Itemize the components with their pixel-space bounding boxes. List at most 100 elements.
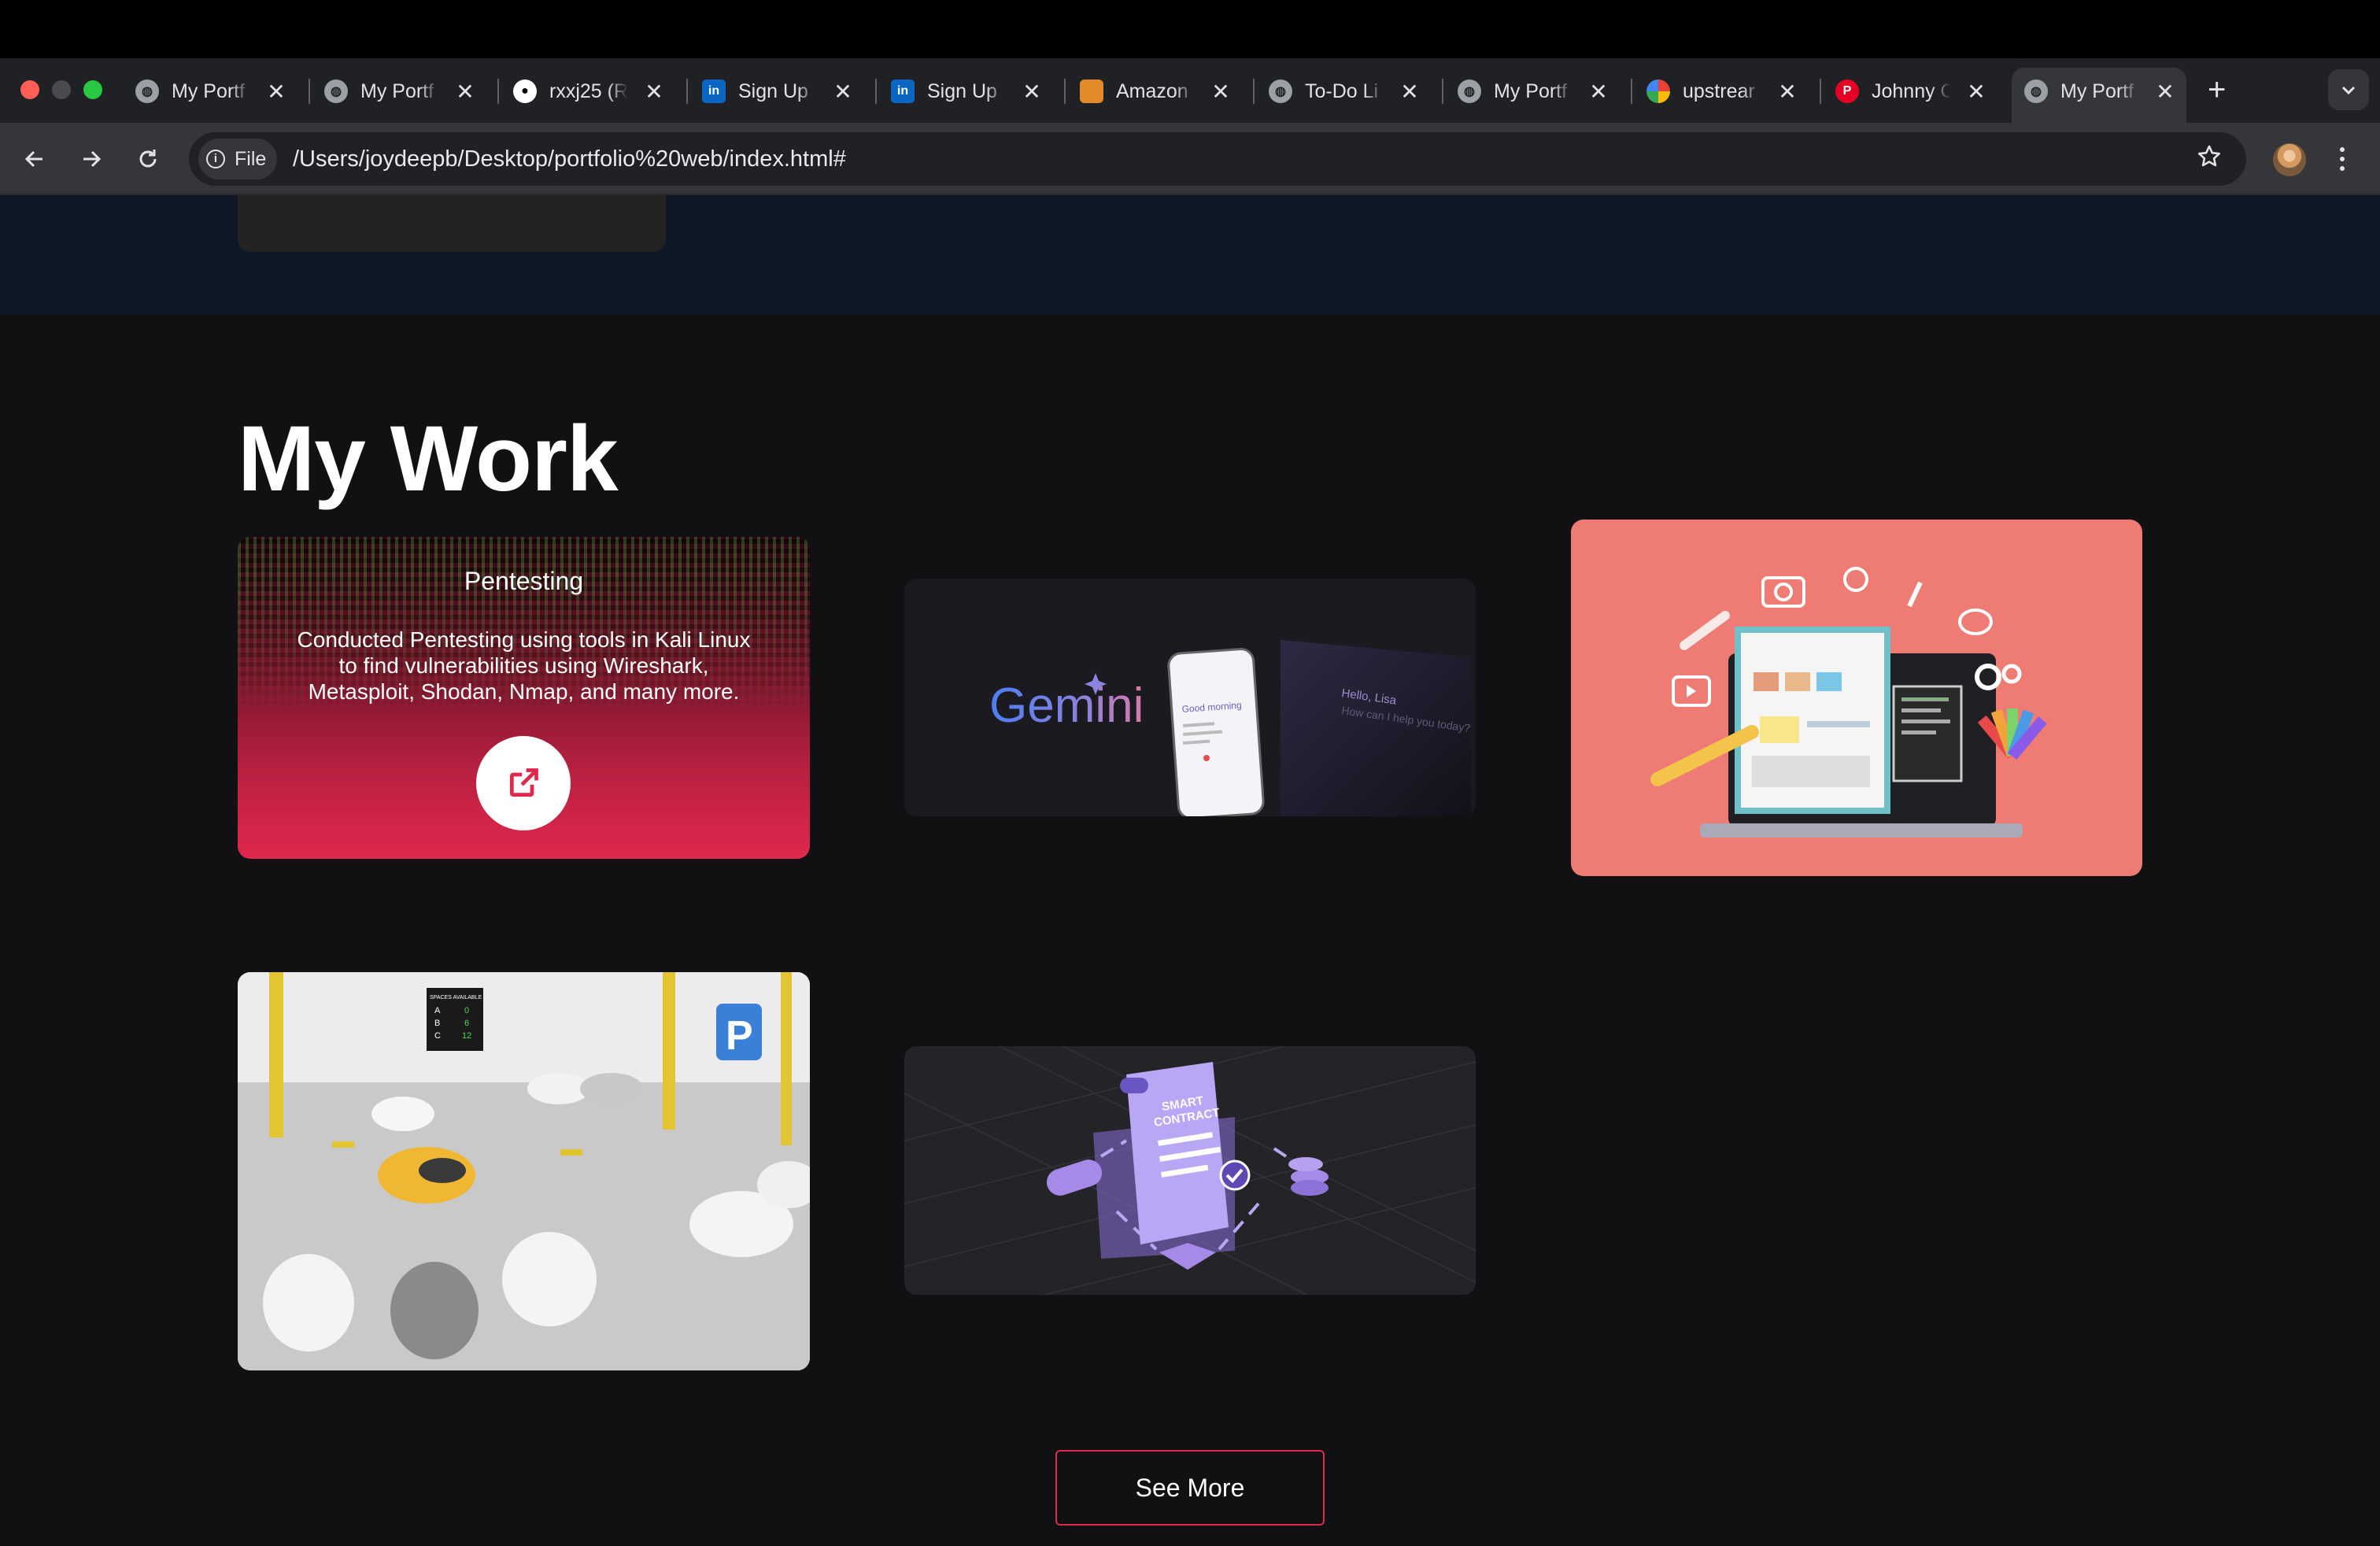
kebab-menu-icon: [2340, 147, 2345, 171]
parking-letter: P: [726, 1013, 753, 1059]
chevron-down-icon: [2341, 86, 2356, 95]
close-icon[interactable]: ✕: [2153, 79, 2177, 105]
gemini-logo-text: Gemini: [989, 679, 1144, 733]
close-icon[interactable]: ✕: [831, 79, 855, 105]
tab-separator: [309, 79, 310, 104]
arrow-left-icon: [24, 150, 42, 168]
github-icon: ●: [513, 80, 537, 103]
globe-icon: ◍: [1458, 80, 1481, 103]
arrow-right-icon: [83, 150, 102, 168]
profile-avatar[interactable]: [2273, 143, 2306, 176]
close-icon[interactable]: ✕: [1209, 79, 1232, 105]
tab-title: rxxj25 (R: [549, 80, 628, 102]
tab-4[interactable]: in Sign Up ✕: [891, 69, 1044, 113]
new-tab-button[interactable]: +: [2208, 72, 2226, 108]
tab-separator: [875, 79, 877, 104]
tab-title: My Portf: [360, 80, 434, 102]
tab-title: upstrear: [1683, 80, 1755, 102]
close-icon[interactable]: ✕: [1020, 79, 1044, 105]
forward-button[interactable]: [74, 142, 109, 176]
globe-icon: ◍: [135, 80, 159, 103]
info-icon: i: [206, 150, 225, 168]
sign-row-label: C: [434, 1031, 441, 1041]
close-icon[interactable]: ✕: [1776, 79, 1799, 105]
star-icon: [2197, 145, 2221, 167]
browser-menu-button[interactable]: [2338, 145, 2347, 177]
back-button[interactable]: [17, 142, 52, 176]
pinterest-icon: P: [1835, 80, 1859, 103]
project-card-parking[interactable]: SPACES AVAILABLE A 0 B 6 C 12 P: [238, 972, 810, 1370]
see-more-button[interactable]: See More: [1055, 1450, 1325, 1526]
close-icon[interactable]: ✕: [264, 79, 288, 105]
screen-top-bar: [0, 0, 2380, 58]
close-icon[interactable]: ✕: [642, 79, 666, 105]
tab-title: To-Do Li: [1305, 80, 1379, 102]
external-link-button[interactable]: [476, 736, 571, 830]
checkmark-icon: [1219, 1160, 1251, 1191]
url-text[interactable]: /Users/joydeepb/Desktop/portfolio%20web/…: [293, 146, 846, 172]
tab-2[interactable]: ● rxxj25 (R ✕: [513, 69, 666, 113]
tab-separator: [1064, 79, 1066, 104]
bookmark-star-button[interactable]: [2196, 143, 2223, 174]
camera-icon: [1761, 576, 1805, 608]
token-pill-icon: [1046, 1160, 1103, 1196]
sign-row-value: 6: [464, 1019, 469, 1028]
linkedin-icon: in: [891, 80, 915, 103]
tab-separator: [1631, 79, 1632, 104]
close-icon[interactable]: ✕: [1964, 79, 1988, 105]
tab-separator: [1253, 79, 1255, 104]
tab-title: My Portf: [2060, 80, 2134, 102]
tab-separator: [497, 79, 499, 104]
tab-6[interactable]: ◍ To-Do Li ✕: [1269, 69, 1421, 113]
tab-separator: [686, 79, 688, 104]
tab-10-active[interactable]: ◍ My Portf ✕: [2024, 69, 2177, 113]
tab-title: My Portf: [1494, 80, 1568, 102]
gear-icon: [2001, 664, 2022, 684]
tab-title: Sign Up: [738, 80, 808, 102]
maximize-window-button[interactable]: [83, 80, 102, 99]
ruler-icon: [1680, 611, 1730, 650]
tab-separator: [1820, 79, 1821, 104]
close-icon[interactable]: ✕: [1587, 79, 1610, 105]
tab-title: Johnny C: [1872, 80, 1950, 102]
tab-8[interactable]: upstrear ✕: [1646, 69, 1799, 113]
sign-row-value: 12: [462, 1031, 471, 1041]
tab-search-button[interactable]: [2328, 69, 2369, 110]
project-card-smart-contract[interactable]: SMART CONTRACT: [904, 1046, 1476, 1295]
tab-5[interactable]: Amazon ✕: [1080, 69, 1232, 113]
globe-icon: ◍: [1269, 80, 1292, 103]
globe-icon: ◍: [324, 80, 348, 103]
close-icon[interactable]: ✕: [1398, 79, 1421, 105]
reload-button[interactable]: [131, 142, 165, 176]
tab-7[interactable]: ◍ My Portf ✕: [1458, 69, 1610, 113]
previous-section-card: [238, 195, 666, 252]
linkedin-icon: in: [702, 80, 726, 103]
project-card-web-design[interactable]: [1571, 520, 2142, 876]
tab-0[interactable]: ◍ My Portf ✕: [135, 69, 288, 113]
tab-title: My Portf: [172, 80, 246, 102]
sign-row-label: B: [434, 1019, 440, 1028]
card-description: Conducted Pentesting using tools in Kali…: [297, 627, 751, 704]
close-window-button[interactable]: [20, 80, 39, 99]
project-card-gemini[interactable]: Gemini Hello, Lisa How can I help you to…: [904, 579, 1476, 816]
chip-label: File: [235, 147, 267, 170]
external-link-icon: [509, 768, 538, 797]
google-icon: [1646, 80, 1670, 103]
pen-nib-icon: [1907, 581, 1923, 608]
tab-title: Amazon: [1116, 80, 1188, 102]
sign-title: SPACES AVAILABLE: [430, 995, 482, 1000]
tab-3[interactable]: in Sign Up ✕: [702, 69, 855, 113]
reload-icon: [139, 150, 157, 168]
tab-1[interactable]: ◍ My Portf ✕: [324, 69, 477, 113]
tab-9[interactable]: P Johnny C ✕: [1835, 69, 1988, 113]
sign-row-value: 0: [464, 1006, 469, 1015]
lightbulb-icon: [1843, 567, 1868, 592]
sign-row-label: A: [434, 1006, 441, 1015]
globe-icon: ◍: [2024, 80, 2048, 103]
palette-icon: [1958, 608, 1993, 635]
close-icon[interactable]: ✕: [453, 79, 477, 105]
site-info-chip[interactable]: i File: [198, 139, 277, 179]
tab-title: Sign Up: [927, 80, 997, 102]
minimize-window-button[interactable]: [52, 80, 71, 99]
project-card-pentesting[interactable]: Pentesting Conducted Pentesting using to…: [238, 537, 810, 859]
